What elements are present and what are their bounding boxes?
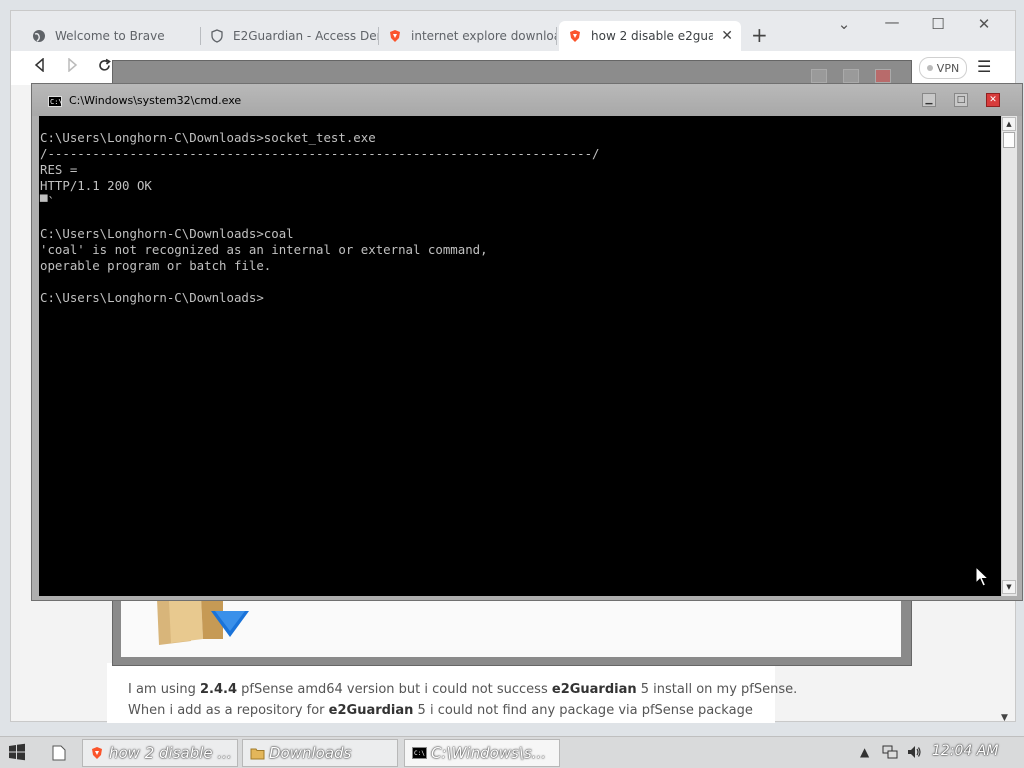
cmd-titlebar[interactable]: C:\ C:\Windows\system32\cmd.exe ▁ □ ✕ [32,84,1022,116]
maximize-icon[interactable]: ☐ [923,15,953,33]
vertical-scrollbar[interactable]: ▲ ▼ [1001,116,1017,596]
vpn-label: VPN [936,61,960,75]
console-line: C:\Users\Longhorn-C\Downloads>coal [40,226,294,241]
network-icon[interactable] [882,744,898,760]
maximize-icon[interactable]: □ [954,93,968,107]
tab-label: internet explore downloa [411,29,557,43]
window-title: C:\Windows\system32\cmd.exe [69,94,242,107]
hamburger-menu-icon[interactable]: ☰ [977,57,991,76]
explorer-content [121,595,901,657]
taskbar-item-label: how 2 disable ... [109,744,232,762]
console-line: 'coal' is not recognized as an internal … [40,242,488,257]
tab-label: Welcome to Brave [55,29,165,43]
taskbar: how 2 disable ... Downloads C:\ C:\Windo… [0,736,1024,768]
scroll-down-arrow[interactable]: ▼ [1002,580,1016,594]
close-icon[interactable] [875,69,891,83]
article-text-line: When i add as a repository for e2Guardia… [128,703,753,718]
tab-e2guardian[interactable]: E2Guardian - Access Den [201,21,379,51]
article-text-line: I am using 2.4.4 pfSense amd64 version b… [128,682,798,697]
close-icon[interactable]: ✕ [986,93,1000,107]
scrollbar-thumb[interactable] [1003,132,1015,148]
taskbar-item-cmd[interactable]: C:\ C:\Windows\s... [404,739,560,767]
volume-icon[interactable] [906,744,922,760]
cmd-window: C:\ C:\Windows\system32\cmd.exe ▁ □ ✕ C:… [31,83,1023,601]
tab-internet-explore[interactable]: internet explore downloa [379,21,557,51]
console-output[interactable]: C:\Users\Longhorn-C\Downloads>socket_tes… [39,116,1001,596]
scroll-up-arrow[interactable]: ▲ [1002,117,1016,131]
cmd-icon: C:\ [411,745,427,761]
console-line: C:\Users\Longhorn-C\Downloads>socket_tes… [40,130,376,145]
tab-search-icon[interactable]: ⌄ [829,15,859,33]
windows-start-icon[interactable] [8,743,26,761]
console-prompt: C:\Users\Longhorn-C\Downloads> [40,290,264,305]
shield-icon [209,28,225,44]
downloads-folder-icon [157,595,249,645]
back-icon[interactable] [29,57,51,76]
page-scroll-down-arrow[interactable]: ▼ [1001,713,1008,723]
tab-how-2-disable[interactable]: how 2 disable e2guar ✕ [559,21,741,51]
minimize-icon[interactable] [811,69,827,83]
file-icon[interactable] [52,745,66,761]
svg-text:C:\: C:\ [414,750,425,757]
close-icon[interactable]: ✕ [969,15,999,33]
system-clock[interactable]: 12:04 AM [932,743,998,759]
taskbar-item-label: Downloads [269,744,352,762]
console-line: HTTP/1.1 200 OK [40,178,152,193]
brave-icon [89,745,105,761]
forward-icon[interactable] [61,57,83,76]
console-line: /---------------------------------------… [40,146,600,161]
tab-label: E2Guardian - Access Den [233,29,379,43]
maximize-icon[interactable] [843,69,859,83]
mouse-cursor-icon [975,566,989,587]
tab-label: how 2 disable e2guar [591,29,713,43]
console-line: ▀` [40,194,55,209]
close-icon[interactable]: ✕ [721,28,733,44]
tab-welcome[interactable]: Welcome to Brave [23,21,201,51]
globe-icon [31,28,47,44]
taskbar-item-downloads[interactable]: Downloads [242,739,398,767]
console-line: operable program or batch file. [40,258,272,273]
folder-icon [249,745,265,761]
tab-strip: Welcome to Brave E2Guardian - Access Den… [11,11,1015,51]
brave-icon [567,28,583,44]
minimize-icon[interactable]: — [877,13,907,31]
taskbar-item-browser[interactable]: how 2 disable ... [82,739,238,767]
taskbar-item-label: C:\Windows\s... [431,744,547,762]
cmd-icon: C:\ [48,96,63,107]
vpn-status-icon [926,65,933,71]
vpn-button[interactable]: VPN [919,57,967,79]
console-line: RES = [40,162,78,177]
show-hidden-icons-icon[interactable]: ▲ [860,745,869,759]
brave-icon [387,28,403,44]
new-tab-button[interactable]: + [751,23,768,47]
minimize-icon[interactable]: ▁ [922,93,936,107]
